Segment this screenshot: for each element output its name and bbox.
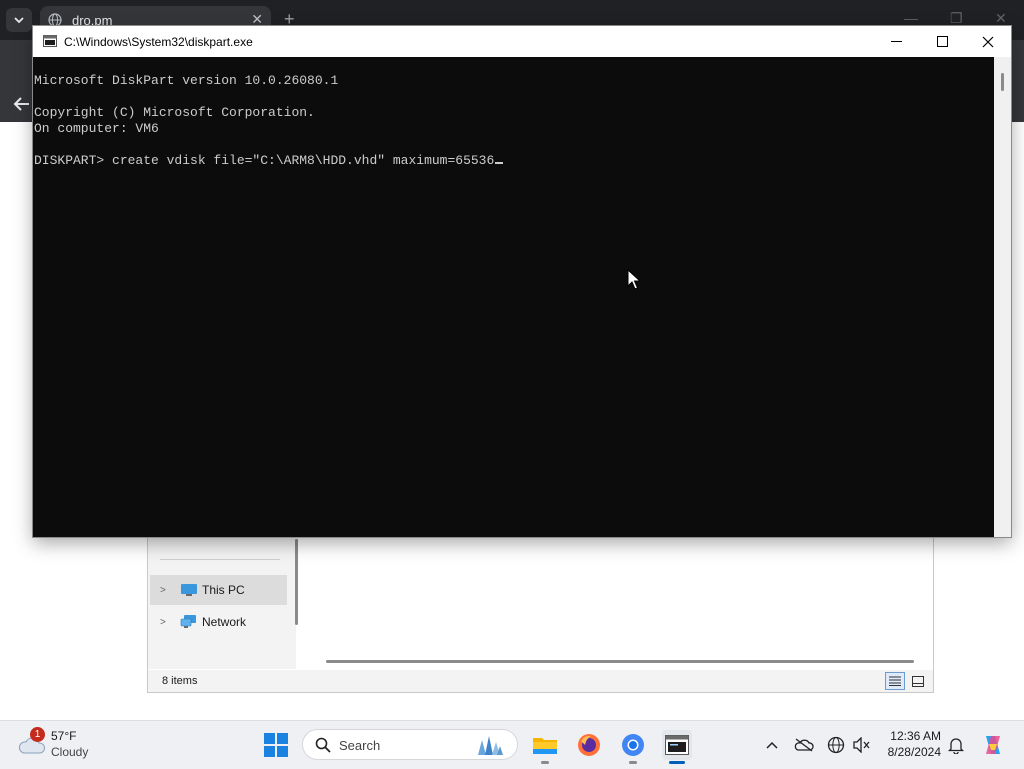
running-indicator: [541, 761, 549, 764]
browser-restore-icon[interactable]: ❐: [950, 10, 963, 27]
console-app-icon: [43, 35, 57, 47]
nav-item-network[interactable]: > Network: [150, 607, 287, 637]
console-title: C:\Windows\System32\diskpart.exe: [64, 35, 253, 49]
tiles-view-button[interactable]: [908, 672, 928, 690]
nav-item-this-pc[interactable]: > This PC: [150, 575, 287, 605]
search-highlight-icon: [478, 736, 503, 755]
chevron-down-icon: [14, 17, 24, 24]
console-scrollbar-thumb[interactable]: [1001, 73, 1004, 91]
close-icon: [982, 36, 994, 47]
console-output[interactable]: Microsoft DiskPart version 10.0.26080.1 …: [33, 57, 994, 537]
taskbar-search-box[interactable]: Search: [302, 729, 518, 760]
globe-network-icon: [827, 736, 845, 754]
mouse-pointer-icon: [627, 269, 641, 290]
browser-minimize-icon[interactable]: —: [904, 10, 918, 26]
volume-tray-button[interactable]: [852, 735, 872, 755]
minimize-button[interactable]: [873, 26, 919, 57]
file-explorer-window: > This PC > Network 8 items: [147, 537, 934, 693]
running-indicator: [629, 761, 637, 764]
maximize-button[interactable]: [919, 26, 965, 57]
notification-badge: 1: [30, 727, 45, 742]
clock-date: 8/28/2024: [887, 745, 941, 759]
onedrive-tray-button[interactable]: [794, 735, 814, 755]
show-hidden-icons-button[interactable]: [762, 735, 782, 755]
console-scrollbar[interactable]: [994, 57, 1011, 537]
onedrive-offline-icon: [794, 738, 814, 752]
tiles-view-icon: [912, 675, 924, 687]
chevron-right-icon[interactable]: >: [160, 617, 174, 628]
tab-search-button[interactable]: [6, 8, 32, 32]
file-list-pane: [300, 537, 932, 669]
console-line-version: Microsoft DiskPart version 10.0.26080.1: [34, 73, 339, 88]
nav-scrollbar[interactable]: [295, 539, 298, 625]
navigation-pane: > This PC > Network: [148, 537, 296, 669]
console-title-bar[interactable]: C:\Windows\System32\diskpart.exe: [33, 26, 1011, 57]
weather-temperature: 57°F: [51, 729, 77, 743]
chevron-up-icon: [766, 741, 778, 749]
windows-start-icon[interactable]: [264, 733, 288, 757]
terminal-icon: [665, 735, 689, 755]
back-arrow-icon[interactable]: [10, 92, 34, 116]
maximize-icon: [936, 36, 948, 47]
taskbar-firefox[interactable]: [574, 730, 604, 760]
console-command-text: DISKPART> create vdisk file="C:\ARM8\HDD…: [34, 153, 495, 168]
network-tray-button[interactable]: [826, 735, 846, 755]
taskbar-chrome[interactable]: [618, 730, 648, 760]
item-count: 8 items: [162, 675, 198, 687]
copilot-button[interactable]: [980, 735, 1006, 755]
search-placeholder: Search: [339, 738, 381, 753]
close-button[interactable]: [965, 26, 1011, 57]
nav-divider: [160, 559, 280, 560]
console-line-computer: On computer: VM6: [34, 121, 159, 136]
search-icon: [315, 737, 331, 753]
details-view-icon: [889, 676, 901, 686]
chrome-icon: [622, 734, 644, 756]
details-view-button[interactable]: [885, 672, 905, 690]
copilot-icon: [986, 736, 1000, 754]
file-explorer-icon: [533, 738, 557, 754]
minimize-icon: [890, 41, 902, 42]
console-line-copyright: Copyright (C) Microsoft Corporation.: [34, 105, 315, 120]
clock-time: 12:36 AM: [890, 729, 941, 743]
taskbar: 1 57°F Cloudy Search 12:36 AM 8/28/2024: [0, 720, 1024, 769]
nav-item-label: This PC: [202, 583, 245, 597]
firefox-icon: [578, 734, 600, 756]
globe-icon: [48, 13, 62, 27]
text-cursor: [495, 162, 504, 164]
diskpart-console-window[interactable]: C:\Windows\System32\diskpart.exe Microso…: [33, 26, 1011, 537]
chevron-right-icon[interactable]: >: [160, 585, 174, 596]
this-pc-icon: [181, 584, 197, 596]
taskbar-file-explorer[interactable]: [530, 730, 560, 760]
active-window-indicator: [669, 761, 685, 764]
weather-condition: Cloudy: [51, 745, 89, 759]
console-prompt-line[interactable]: DISKPART> create vdisk file="C:\ARM8\HDD…: [34, 153, 504, 168]
status-bar: 8 items: [148, 670, 933, 692]
taskbar-terminal[interactable]: [662, 730, 692, 760]
speaker-muted-icon: [853, 737, 870, 753]
notifications-button[interactable]: [946, 735, 966, 755]
network-icon: [180, 615, 196, 628]
nav-item-label: Network: [202, 615, 247, 629]
bell-icon: [948, 738, 964, 754]
browser-close-icon[interactable]: ✕: [995, 10, 1007, 27]
horizontal-scrollbar[interactable]: [326, 660, 914, 663]
